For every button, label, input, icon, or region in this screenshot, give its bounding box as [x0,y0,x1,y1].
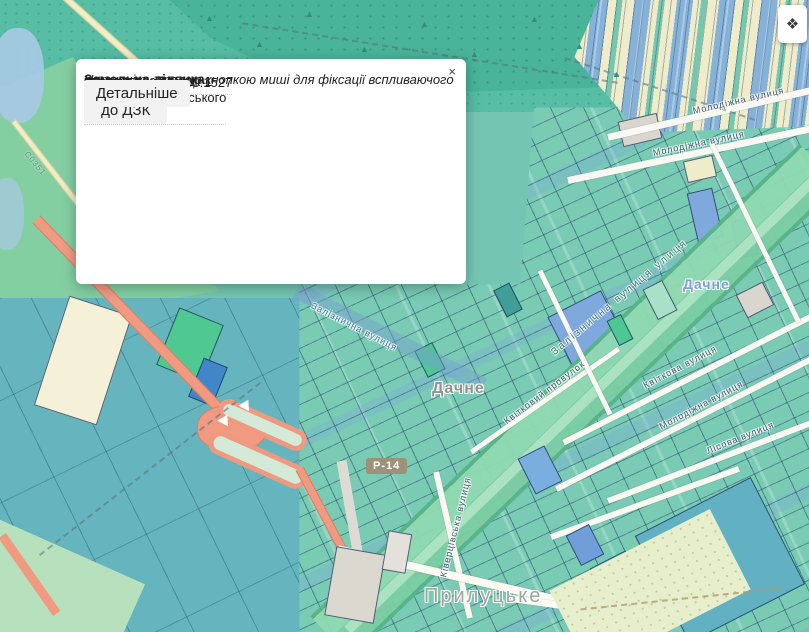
map-popup: × Об'єктів в цій точці: 1 Натисніть прав… [76,59,466,284]
tree-icon: ▲ [305,9,314,19]
road-shield-r14: Р-14 [366,458,408,474]
place-label-dachne: Дачне [432,380,485,397]
place-label-dachne: Дачне [683,276,730,292]
tree-icon: ▲ [575,41,584,51]
tree-icon: ▲ [205,13,214,23]
map-canvas[interactable]: ▲ ▲ ▲ ▲ ▲ ▲ ▲ ▲ ▲ Молодіжна вулиця Молод… [0,0,809,632]
tree-icon: ▲ [612,69,621,79]
tree-icon: ▲ [530,14,539,24]
layers-icon: ❖ [785,16,800,33]
details-button[interactable]: Детальніше [84,80,190,107]
layers-control-button[interactable]: ❖ [778,5,807,43]
tree-icon: ▲ [470,49,479,59]
place-label-prylutske: Прилуцьке [424,585,543,607]
tree-icon: ▲ [255,39,264,49]
tree-icon: ▲ [420,19,429,29]
marsh-patch [0,28,44,123]
tree-icon: ▲ [360,44,369,54]
